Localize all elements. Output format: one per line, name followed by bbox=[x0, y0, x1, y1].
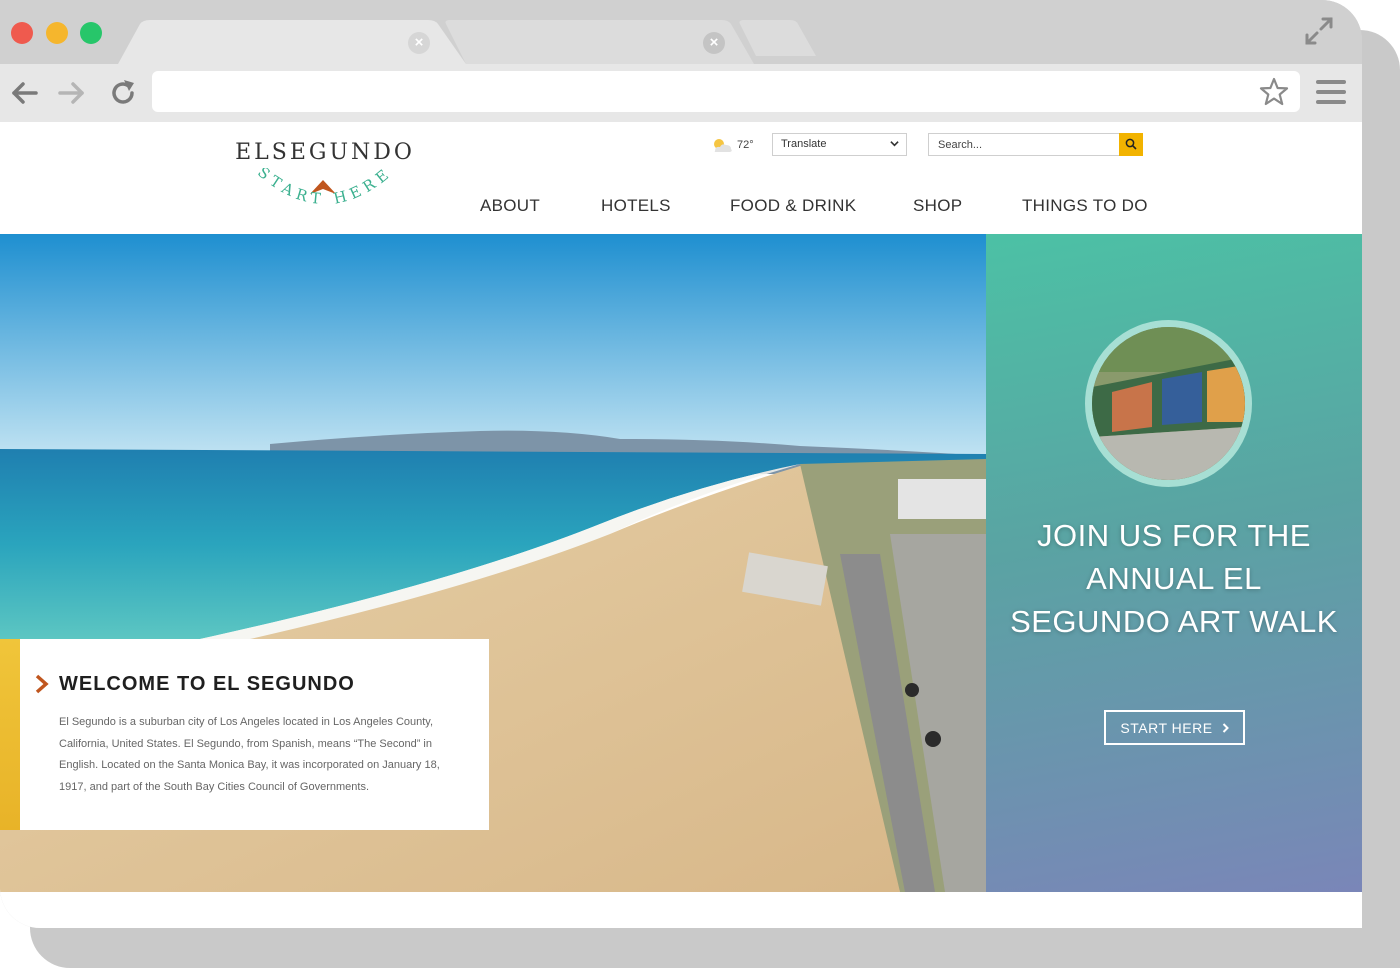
search-box bbox=[928, 133, 1143, 156]
partly-cloudy-icon bbox=[714, 139, 732, 152]
chevron-down-icon bbox=[890, 141, 899, 147]
site-logo[interactable]: ELSEGUNDO START HERE bbox=[230, 138, 420, 228]
bookmark-star-icon[interactable] bbox=[1258, 76, 1290, 108]
tab-close-icon[interactable]: × bbox=[408, 32, 430, 54]
welcome-card: WELCOME TO EL SEGUNDO El Segundo is a su… bbox=[0, 639, 489, 830]
new-tab-button[interactable] bbox=[730, 20, 820, 64]
back-arrow-icon[interactable] bbox=[10, 78, 40, 108]
web-page: ELSEGUNDO START HERE 72° Translate Searc… bbox=[0, 122, 1362, 928]
nav-about[interactable]: ABOUT bbox=[480, 196, 540, 216]
tab-inactive[interactable]: × bbox=[438, 20, 756, 64]
art-walk-promo: JOIN US FOR THE ANNUAL EL SEGUNDO ART WA… bbox=[986, 234, 1362, 892]
welcome-body: El Segundo is a suburban city of Los Ang… bbox=[59, 716, 440, 793]
translate-select[interactable]: Translate bbox=[772, 133, 907, 156]
maximize-window-button[interactable] bbox=[80, 22, 102, 44]
translate-label: Translate bbox=[781, 138, 827, 150]
welcome-accent-bar bbox=[0, 639, 20, 830]
search-input[interactable] bbox=[929, 134, 1119, 155]
minimize-window-button[interactable] bbox=[46, 22, 68, 44]
nav-hotels[interactable]: HOTELS bbox=[601, 196, 671, 216]
chevron-right-icon bbox=[1222, 722, 1229, 733]
reload-icon[interactable] bbox=[108, 78, 138, 108]
address-bar[interactable] bbox=[152, 71, 1300, 112]
screenshot: × × ELSEGUNDO START HERE 72° Translate S… bbox=[0, 0, 1400, 968]
logo-title: ELSEGUNDO bbox=[235, 140, 415, 165]
weather-temp: 72° bbox=[737, 139, 754, 151]
fullscreen-icon[interactable] bbox=[1304, 16, 1334, 46]
tab-active[interactable]: × bbox=[118, 20, 468, 64]
browser-window: × × ELSEGUNDO START HERE 72° Translate S… bbox=[0, 0, 1362, 928]
promo-title: JOIN US FOR THE ANNUAL EL SEGUNDO ART WA… bbox=[1010, 518, 1338, 639]
chevron-right-icon bbox=[35, 674, 49, 694]
hamburger-menu-icon[interactable] bbox=[1316, 80, 1346, 106]
nav-shop[interactable]: SHOP bbox=[913, 196, 962, 216]
search-button[interactable] bbox=[1119, 133, 1143, 156]
art-walk-mural-photo bbox=[1085, 320, 1252, 487]
start-here-label: START HERE bbox=[1120, 719, 1213, 736]
welcome-title: WELCOME TO EL SEGUNDO bbox=[59, 673, 355, 695]
tab-close-icon[interactable]: × bbox=[703, 32, 725, 54]
logo-tagline-graphic: START HERE bbox=[254, 168, 390, 208]
title-bar: × × bbox=[0, 0, 1362, 64]
nav-food-drink[interactable]: FOOD & DRINK bbox=[730, 196, 856, 216]
close-window-button[interactable] bbox=[11, 22, 33, 44]
nav-things-to-do[interactable]: THINGS TO DO bbox=[1022, 196, 1148, 216]
new-tab-shape bbox=[739, 20, 816, 56]
browser-toolbar bbox=[0, 64, 1362, 122]
site-header: ELSEGUNDO START HERE 72° Translate Searc… bbox=[0, 122, 1362, 234]
forward-arrow-icon[interactable] bbox=[56, 78, 86, 108]
weather-widget: 72° bbox=[710, 136, 754, 154]
start-here-button[interactable]: START HERE bbox=[1104, 710, 1245, 745]
search-icon bbox=[1125, 138, 1137, 150]
